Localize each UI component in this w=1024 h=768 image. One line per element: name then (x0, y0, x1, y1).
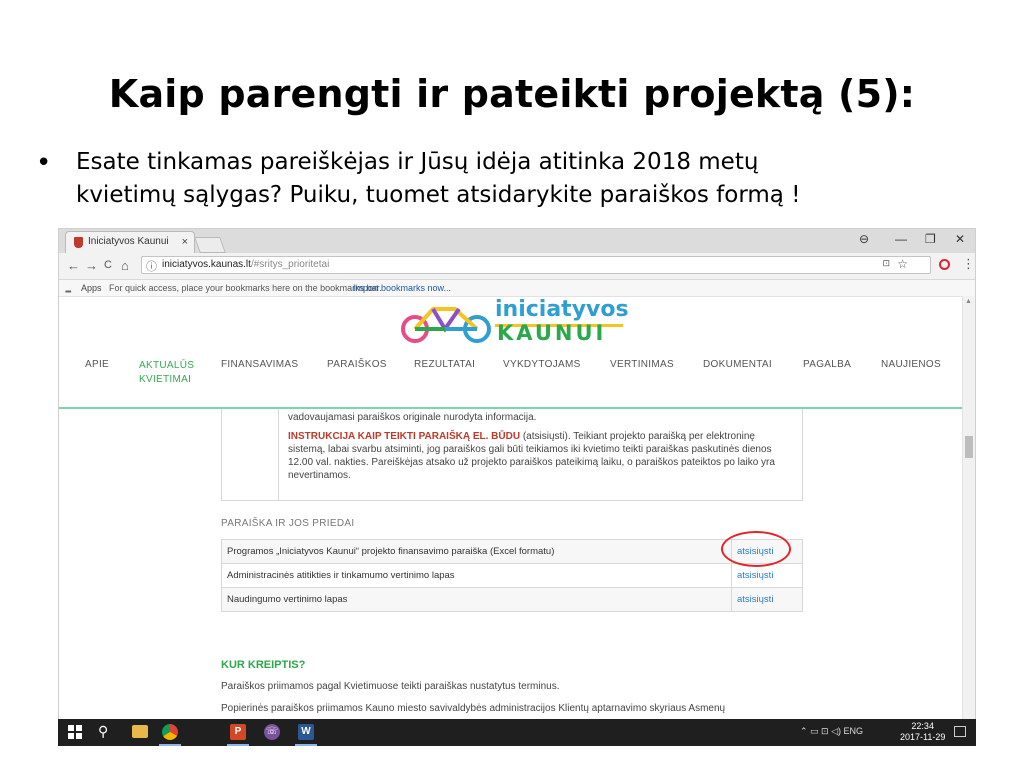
apps-link[interactable]: Apps (81, 280, 102, 296)
download-link[interactable]: atsisiųsti (731, 563, 803, 588)
action-center-icon[interactable] (954, 726, 966, 737)
clock-time: 22:34 (911, 721, 934, 731)
instructions-download-link[interactable]: (atsisiųsti). (520, 431, 571, 442)
powerpoint-icon[interactable]: P (230, 724, 246, 740)
system-tray[interactable]: ⌃ ▭ ⊡ ◁) ENG (800, 726, 863, 737)
nav-rezultatai[interactable]: REZULTATAI (414, 359, 475, 370)
url-text: iniciatyvos.kaunas.lt/#sritys_prioriteta… (162, 259, 329, 270)
chrome-active-indicator (159, 744, 181, 746)
instructions-line-1: vadovaujamasi paraiškos originale nurody… (288, 412, 537, 423)
url-host: iniciatyvos.kaunas.lt (162, 259, 251, 270)
nav-aktualus-kvietimai[interactable]: AKTUALŪS KVIETIMAI (139, 359, 194, 387)
close-window-icon[interactable]: ✕ (955, 232, 965, 246)
bookmarks-hint: For quick access, place your bookmarks h… (109, 283, 382, 293)
nav-dokumentai[interactable]: DOKUMENTAI (703, 359, 772, 370)
scroll-up-icon[interactable]: ▲ (965, 298, 972, 305)
browser-window: Iniciatyvos Kaunui × ⊖ — ❐ ✕ ← → C ⌂ ⓘ i… (58, 228, 976, 746)
page-scrollbar[interactable]: ▲ ▼ (962, 296, 975, 745)
file-explorer-icon[interactable] (132, 725, 148, 738)
tab-iniciatyvos-kaunui[interactable]: Iniciatyvos Kaunui × (65, 231, 195, 253)
main-navigation: APIE AKTUALŪS KVIETIMAI FINANSAVIMAS PAR… (59, 359, 975, 399)
browser-toolbar: ← → C ⌂ ⓘ iniciatyvos.kaunas.lt/#sritys_… (59, 253, 975, 280)
search-icon[interactable]: ⚲ (98, 723, 108, 740)
windows-taskbar: ⚲ P ☏ W ⌃ ▭ ⊡ ◁) ENG 22:34 2017-11-29 (58, 719, 976, 746)
tandem-bike-icon (401, 307, 491, 343)
windows-start-icon[interactable] (68, 725, 82, 739)
forward-icon[interactable]: → (85, 258, 98, 273)
site-favicon-icon (74, 237, 83, 248)
browser-menu-icon[interactable]: ⋮ (962, 256, 975, 272)
nav-active-line-1: AKTUALŪS (139, 360, 195, 371)
home-icon[interactable]: ⌂ (121, 258, 129, 273)
file-name: Programos „Iniciatyvos Kaunui“ projekto … (221, 539, 732, 564)
table-row: Administracinės atitikties ir tinkamumo … (221, 563, 803, 588)
slide-title: Kaip parengti ir pateikti projektą (5): (108, 72, 916, 116)
word-active-indicator (295, 744, 317, 746)
nav-paraiskos[interactable]: PARAIŠKOS (327, 359, 387, 370)
nav-finansavimas[interactable]: FINANSAVIMAS (221, 359, 298, 370)
powerpoint-active-indicator (227, 744, 249, 746)
bullet-marker: • (36, 148, 52, 178)
attachments-table: Programos „Iniciatyvos Kaunui“ projekto … (221, 539, 803, 612)
logo-text-top: iniciatyvos (495, 297, 629, 322)
nav-pagalba[interactable]: PAGALBA (803, 359, 851, 370)
apps-grid-icon[interactable]: ▪▪▪ (65, 284, 71, 300)
download-link[interactable]: atsisiųsti (731, 587, 803, 612)
bookmarks-bar: ▪▪▪ Apps For quick access, place your bo… (59, 280, 975, 297)
site-info-icon[interactable]: ⓘ (146, 258, 157, 274)
chrome-icon[interactable] (162, 724, 178, 740)
bullet-line-2: kvietimų sąlygas? Puiku, tuomet atsidary… (76, 182, 801, 208)
bookmark-star-icon[interactable]: ☆ (897, 257, 908, 271)
bullet-line-1: Esate tinkamas pareiškėjas ir Jūsų idėja… (76, 149, 759, 175)
minimize-icon[interactable]: — (895, 232, 907, 246)
tab-close-icon[interactable]: × (182, 232, 188, 252)
reload-icon[interactable]: C (104, 259, 112, 271)
back-icon[interactable]: ← (67, 258, 80, 273)
site-logo[interactable]: iniciatyvos KAUNUI (399, 297, 639, 349)
contact-section-title: KUR KREIPTIS? (221, 659, 306, 671)
address-bar[interactable]: ⓘ iniciatyvos.kaunas.lt/#sritys_priorite… (141, 256, 931, 274)
file-name: Administracinės atitikties ir tinkamumo … (221, 563, 732, 588)
scrollbar-thumb[interactable] (965, 436, 973, 458)
contact-paragraph-2: Popierinės paraiškos priimamos Kauno mie… (221, 703, 726, 714)
table-row: Naudingumo vertinimo lapas atsisiųsti (221, 587, 803, 612)
nav-vertinimas[interactable]: VERTINIMAS (610, 359, 674, 370)
translate-icon[interactable]: ⊡ (882, 258, 890, 269)
nav-active-line-2: KVIETIMAI (139, 374, 192, 385)
bullet-text: Esate tinkamas pareiškėjas ir Jūsų idėja… (76, 146, 976, 212)
instructions-box: vadovaujamasi paraiškos originale nurody… (221, 409, 803, 501)
instructions-text: vadovaujamasi paraiškos originale nurody… (288, 411, 788, 488)
nav-vykdytojams[interactable]: VYKDYTOJAMS (503, 359, 581, 370)
section-title-application: PARAIŠKA IR JOS PRIEDAI (221, 518, 355, 529)
highlight-circle-annotation (721, 531, 791, 567)
viber-icon[interactable]: ☏ (264, 724, 280, 740)
nav-naujienos[interactable]: NAUJIENOS (881, 359, 941, 370)
maximize-icon[interactable]: ❐ (925, 232, 936, 246)
taskbar-clock[interactable]: 22:34 2017-11-29 (900, 721, 945, 743)
tab-title: Iniciatyvos Kaunui (88, 236, 169, 247)
nav-apie[interactable]: APIE (85, 359, 109, 370)
clock-date: 2017-11-29 (900, 732, 946, 742)
opera-extension-icon[interactable] (939, 259, 950, 270)
new-tab-button[interactable] (194, 237, 226, 253)
profile-icon[interactable]: ⊖ (859, 232, 869, 246)
url-path: /#sritys_prioritetai (250, 259, 330, 270)
import-bookmarks-link[interactable]: Import bookmarks now... (353, 280, 451, 296)
file-name: Naudingumo vertinimo lapas (221, 587, 732, 612)
instructions-box-divider (278, 409, 279, 500)
instructions-paragraph: INSTRUKCIJA KAIP TEIKTI PARAIŠKĄ EL. BŪD… (288, 430, 788, 482)
tab-bar: Iniciatyvos Kaunui × ⊖ — ❐ ✕ (59, 229, 975, 253)
logo-text-bottom: KAUNUI (497, 321, 607, 345)
table-row: Programos „Iniciatyvos Kaunui“ projekto … (221, 539, 803, 564)
word-icon[interactable]: W (298, 724, 314, 740)
instructions-title: INSTRUKCIJA KAIP TEIKTI PARAIŠKĄ EL. BŪD… (288, 431, 521, 442)
contact-paragraph-1: Paraiškos priimamos pagal Kvietimuose te… (221, 681, 560, 692)
